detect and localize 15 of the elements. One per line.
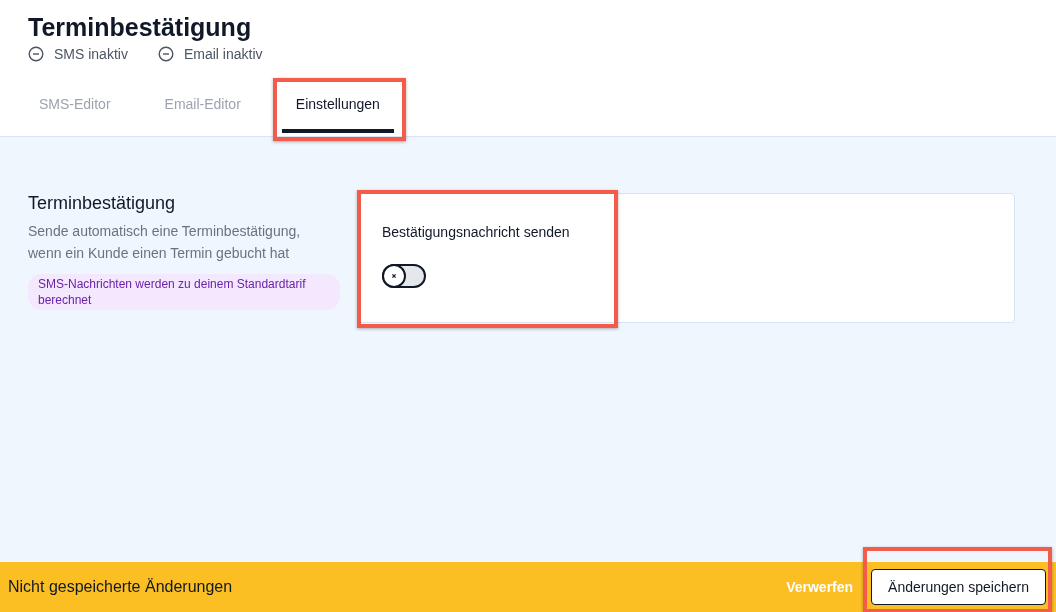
section-description: Sende automatisch eine Terminbestätigung, wenn ein Kunde einen Termin gebucht hat (28, 222, 302, 263)
setting-label: Bestätigungsnachricht senden (382, 224, 571, 240)
notice-badge: SMS-Nachrichten werden zu deinem Standardtarif berechnet (28, 274, 340, 310)
toggle-switch[interactable] (382, 264, 426, 288)
tab[interactable]: SMS-Editor (12, 88, 138, 133)
page-title: Terminbestätigung (28, 12, 253, 42)
tab[interactable]: Einstellungen (281, 88, 394, 133)
close-icon (390, 272, 398, 280)
unsaved-message: Nicht gespeicherte Änderungen (8, 578, 233, 596)
channel-status: SMS inaktiv (54, 46, 128, 62)
section-title: Terminbestätigung (28, 193, 177, 214)
save-button[interactable]: Änderungen speichern (871, 569, 1046, 605)
tab[interactable]: Email-Editor (137, 88, 268, 133)
discard-button[interactable]: Verwerfen (780, 578, 860, 596)
channel-status: Email inaktiv (183, 46, 263, 62)
